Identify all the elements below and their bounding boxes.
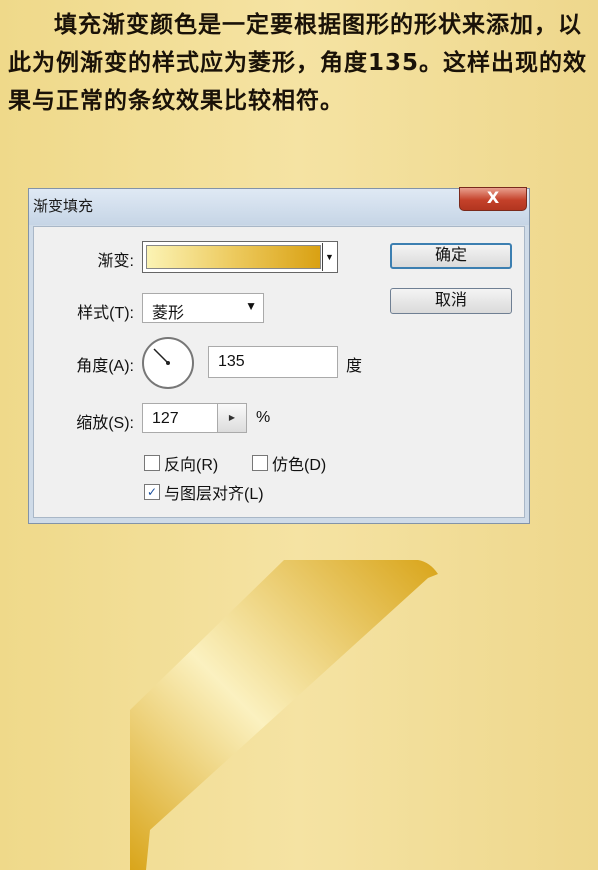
cancel-button[interactable]: 取消 <box>390 288 512 314</box>
angle-dial-needle <box>153 348 170 365</box>
style-value: 菱形 <box>152 305 185 322</box>
dialog-titlebar[interactable]: 渐变填充 X <box>29 187 529 225</box>
gradient-fill-dialog: 渐变填充 X 渐变: ▼ 样式(T): 菱形 ▼ 角度(A): 135 度 缩放… <box>28 187 530 524</box>
angle-label: 角度(A): <box>76 358 134 375</box>
dither-checkbox-box[interactable] <box>252 455 268 471</box>
chevron-down-icon: ▼ <box>245 299 257 313</box>
align-label: 与图层对齐(L) <box>164 486 264 503</box>
style-label: 样式(T): <box>77 305 134 322</box>
angle-input[interactable]: 135 <box>208 346 338 378</box>
ok-button[interactable]: 确定 <box>390 243 512 269</box>
scale-label: 缩放(S): <box>76 415 134 432</box>
chevron-down-icon[interactable]: ▼ <box>322 243 336 271</box>
gradient-label: 渐变: <box>97 253 134 270</box>
reverse-checkbox-box[interactable] <box>144 455 160 471</box>
dither-checkbox[interactable]: 仿色(D) <box>252 451 326 475</box>
reverse-label: 反向(R) <box>164 457 219 474</box>
scale-value: 127 <box>152 410 179 427</box>
gradient-swatch[interactable] <box>146 245 321 269</box>
scale-stepper[interactable]: ▶ <box>217 403 247 433</box>
gradient-picker[interactable]: ▼ <box>142 241 338 273</box>
close-button[interactable]: X <box>459 187 527 211</box>
angle-dial[interactable] <box>142 337 194 389</box>
scale-input[interactable]: 127 <box>142 403 218 433</box>
angle-value: 135 <box>218 353 245 370</box>
chevron-right-icon: ▶ <box>228 413 236 422</box>
align-checkbox[interactable]: ✓ 与图层对齐(L) <box>144 480 264 504</box>
dialog-title: 渐变填充 <box>33 198 94 215</box>
close-icon: X <box>486 188 500 207</box>
dither-label: 仿色(D) <box>272 457 327 474</box>
ribbon-shape <box>130 560 438 870</box>
reverse-checkbox[interactable]: 反向(R) <box>144 451 218 475</box>
dialog-body: 渐变: ▼ 样式(T): 菱形 ▼ 角度(A): 135 度 缩放(S): 12… <box>33 226 525 518</box>
style-select[interactable]: 菱形 ▼ <box>142 293 264 323</box>
scale-unit: % <box>256 409 271 426</box>
checkmark-icon[interactable]: ✓ <box>144 484 160 500</box>
ribbon-illustration <box>130 560 438 870</box>
angle-unit: 度 <box>346 358 363 375</box>
intro-paragraph: 填充渐变颜色是一定要根据图形的形状来添加，以此为例渐变的样式应为菱形，角度135… <box>8 12 588 114</box>
